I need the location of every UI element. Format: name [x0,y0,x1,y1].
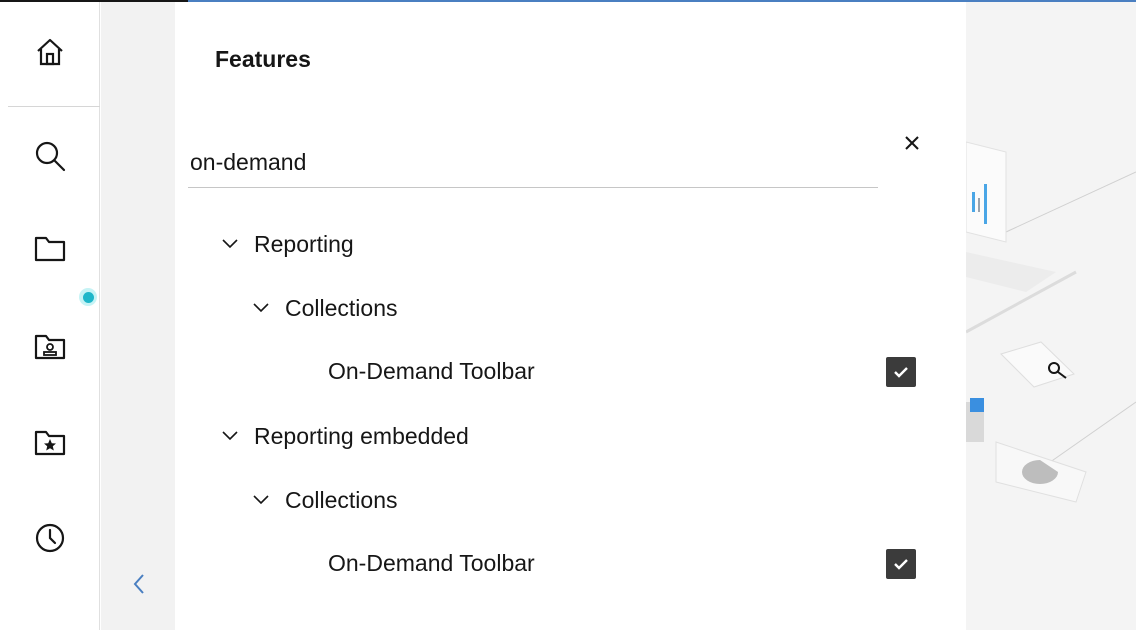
isometric-illustration [966,141,1136,503]
tree-node-label: Reporting embedded [254,422,469,449]
home-icon [37,38,63,66]
nav-search-button[interactable] [0,120,100,192]
feature-checkbox[interactable] [886,549,916,579]
panel-title: Features [215,46,311,72]
nav-folder-button[interactable] [0,212,100,284]
nav-team-folder-button[interactable] [0,310,100,382]
rail-divider [8,106,100,107]
checkmark-icon [894,559,908,570]
chevron-down-icon [220,426,240,446]
feature-checkbox[interactable] [886,357,916,387]
nav-rail [0,2,100,630]
chevron-down-icon [220,234,240,254]
tree-node-label: Reporting [254,230,354,257]
features-panel: Features Reporting Collections On-Demand… [175,2,966,630]
feature-search-input[interactable] [188,138,878,188]
notification-dot [79,288,97,306]
nav-recent-button[interactable] [0,502,100,574]
background-illustration [966,2,1136,630]
nav-favorites-button[interactable] [0,406,100,478]
favorites-folder-icon [34,430,66,456]
team-folder-icon [34,334,66,360]
tree-node-collections[interactable]: Collections [251,288,398,328]
recent-clock-icon [35,523,65,553]
search-icon [35,141,66,172]
feature-label-on-demand-toolbar: On-Demand Toolbar [328,550,535,576]
checkmark-icon [894,367,908,378]
chevron-down-icon [251,490,271,510]
collapse-panel-button[interactable] [129,572,149,596]
nav-home-button[interactable] [0,16,100,88]
clear-search-button[interactable] [899,130,925,156]
chevron-left-icon [133,574,144,594]
tree-node-label: Collections [285,294,398,321]
panel-gutter [101,2,175,630]
folder-icon [34,236,66,262]
tree-node-reporting[interactable]: Reporting [220,224,354,264]
chevron-down-icon [251,298,271,318]
tree-node-collections[interactable]: Collections [251,480,398,520]
tree-node-label: Collections [285,486,398,513]
close-icon [905,136,919,150]
tree-node-reporting-embedded[interactable]: Reporting embedded [220,416,469,456]
feature-label-on-demand-toolbar: On-Demand Toolbar [328,358,535,384]
